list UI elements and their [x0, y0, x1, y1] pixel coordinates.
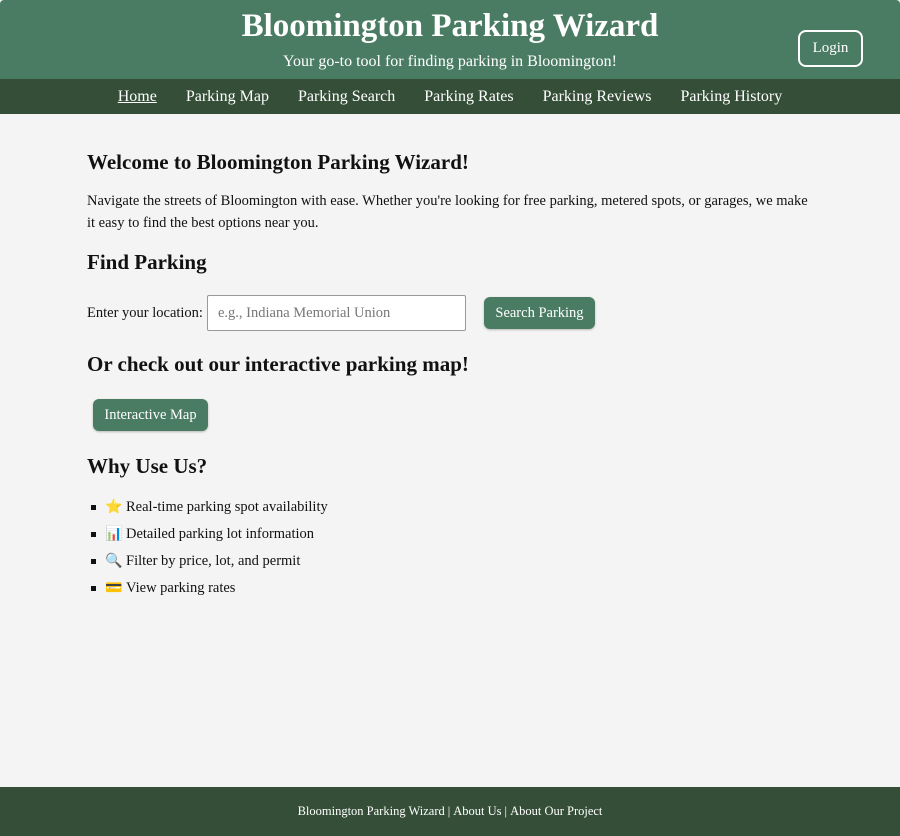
magnifier-icon: 🔍: [105, 554, 123, 569]
star-icon: ⭐: [105, 500, 123, 515]
nav-parking-reviews[interactable]: Parking Reviews: [543, 87, 652, 107]
login-button[interactable]: Login: [798, 30, 863, 67]
feature-list: ⭐ Real-time parking spot availability 📊 …: [87, 494, 328, 602]
list-item: 🔍 Filter by price, lot, and permit: [87, 548, 328, 575]
feature-label: Detailed parking lot information: [126, 526, 315, 542]
site-tagline: Your go-to tool for finding parking in B…: [283, 53, 617, 70]
why-use-us-heading: Why Use Us?: [87, 454, 208, 478]
nav-parking-search[interactable]: Parking Search: [298, 87, 395, 107]
bar-chart-icon: 📊: [105, 527, 123, 542]
site-header: Bloomington Parking Wizard Your go-to to…: [0, 0, 900, 79]
list-item: 💳 View parking rates: [87, 575, 328, 602]
main-nav: Home Parking Map Parking Search Parking …: [0, 79, 900, 114]
list-item: 📊 Detailed parking lot information: [87, 521, 328, 548]
interactive-map-button[interactable]: Interactive Map: [93, 399, 208, 431]
search-form: Enter your location: Search Parking: [87, 295, 595, 331]
map-heading: Or check out our interactive parking map…: [87, 352, 469, 376]
nav-parking-map[interactable]: Parking Map: [186, 87, 269, 107]
bullet-icon: [91, 505, 96, 510]
feature-label: Real-time parking spot availability: [126, 499, 328, 515]
find-parking-heading: Find Parking: [87, 250, 207, 274]
intro-text: Navigate the streets of Bloomington with…: [87, 193, 808, 231]
list-item: ⭐ Real-time parking spot availability: [87, 494, 328, 521]
footer-brand: Bloomington Parking Wizard: [297, 804, 445, 818]
bullet-icon: [91, 559, 96, 564]
feature-label: Filter by price, lot, and permit: [126, 553, 301, 569]
feature-label: View parking rates: [126, 580, 236, 596]
bullet-icon: [91, 586, 96, 591]
nav-parking-rates[interactable]: Parking Rates: [424, 87, 513, 107]
welcome-heading: Welcome to Bloomington Parking Wizard!: [87, 150, 469, 174]
footer-separator: |: [447, 804, 451, 818]
footer-about-us-link[interactable]: About Us: [453, 804, 501, 819]
credit-card-icon: 💳: [105, 581, 123, 596]
site-footer: Bloomington Parking Wizard | About Us | …: [0, 787, 900, 836]
footer-separator: |: [504, 804, 508, 818]
search-parking-button[interactable]: Search Parking: [483, 297, 595, 329]
search-label: Enter your location:: [87, 304, 203, 321]
site-title: Bloomington Parking Wizard: [241, 8, 659, 44]
location-search-input[interactable]: [206, 295, 466, 331]
nav-home[interactable]: Home: [118, 87, 157, 107]
bullet-icon: [91, 532, 96, 537]
footer-about-project-link[interactable]: About Our Project: [510, 804, 602, 819]
nav-parking-history[interactable]: Parking History: [680, 87, 782, 107]
